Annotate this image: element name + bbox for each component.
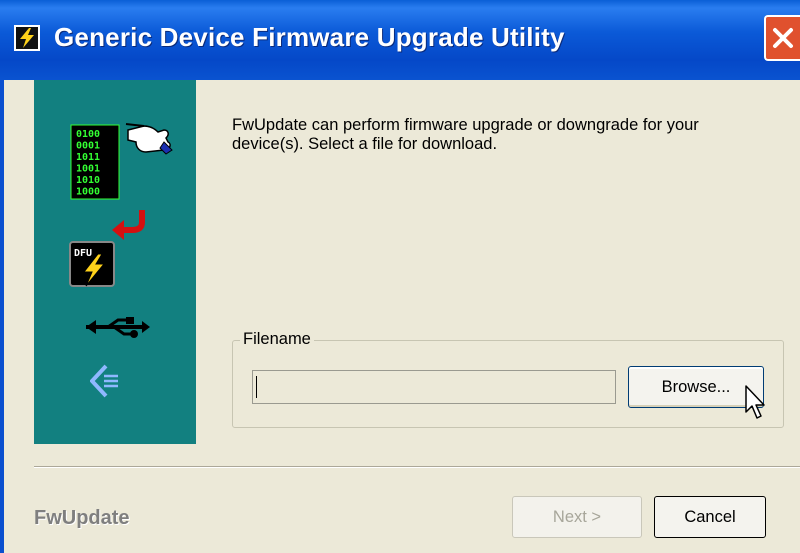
binary-data-icon: 010000011011100110101000 xyxy=(70,124,120,200)
cancel-button[interactable]: Cancel xyxy=(654,496,766,538)
close-button[interactable] xyxy=(764,15,800,61)
footer-separator xyxy=(34,466,800,468)
binary-line: 0100 xyxy=(76,129,100,140)
close-icon xyxy=(773,28,793,48)
back-arrow-icon xyxy=(90,364,118,398)
filename-group-label: Filename xyxy=(240,330,314,349)
mouse-cursor-icon xyxy=(745,385,765,419)
dfu-chip-icon: DFU xyxy=(69,241,115,287)
usb-icon xyxy=(86,317,150,338)
chip-label: DFU xyxy=(74,248,92,259)
binary-line: 0001 xyxy=(76,141,100,152)
hand-pointing-icon xyxy=(125,123,173,155)
binary-line: 1000 xyxy=(76,187,100,198)
red-return-arrow-icon xyxy=(112,210,145,240)
side-panel: 0100 0001 1011 1001 1010 1000 DFU xyxy=(34,80,196,444)
binary-line: 1010 xyxy=(76,175,100,186)
binary-line: 1011 xyxy=(76,152,100,163)
footer-app-label: FwUpdate xyxy=(34,507,130,529)
binary-line: 1001 xyxy=(76,164,100,175)
next-button[interactable]: Next > xyxy=(512,496,642,538)
text-caret xyxy=(256,376,257,398)
title-bar[interactable]: Generic Device Firmware Upgrade Utility xyxy=(0,0,800,80)
window-border-left xyxy=(0,80,4,553)
dialog-window: Generic Device Firmware Upgrade Utility … xyxy=(0,0,800,553)
lightning-bolt-icon xyxy=(14,25,40,51)
window-title: Generic Device Firmware Upgrade Utility xyxy=(54,22,565,52)
description-text: FwUpdate can perform firmware upgrade or… xyxy=(232,116,699,153)
filename-input[interactable] xyxy=(252,370,616,404)
